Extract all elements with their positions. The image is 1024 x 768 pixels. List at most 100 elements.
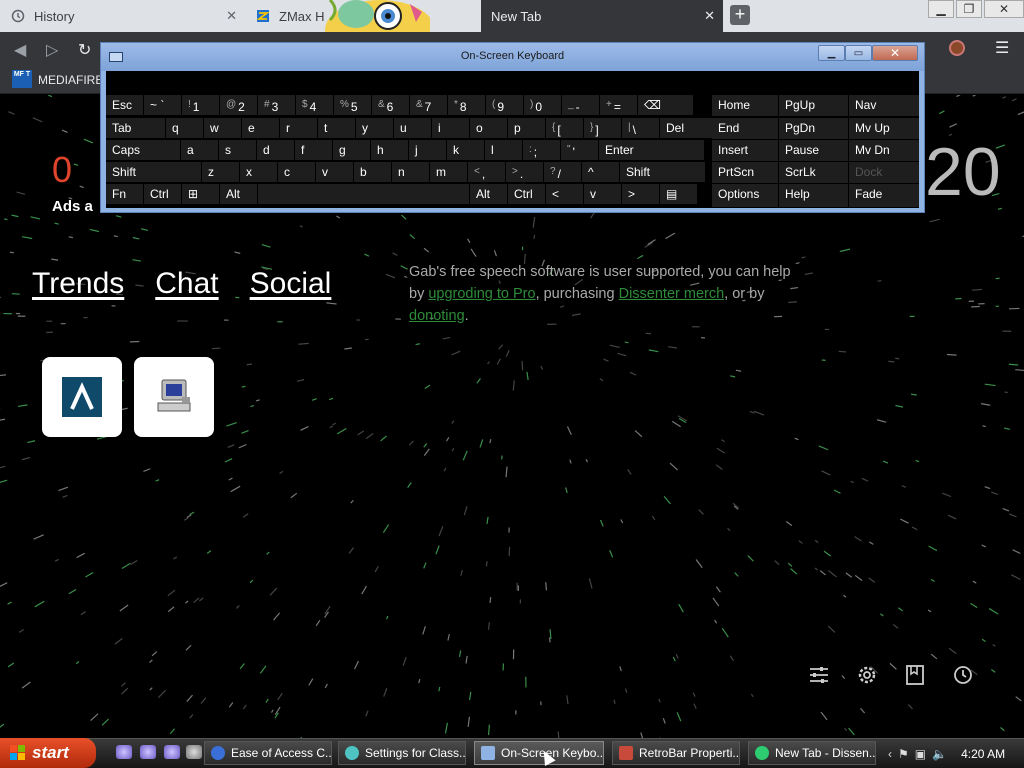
donate-link[interactable]: donoting [409,308,465,324]
osk-key[interactable]: }] [584,118,621,138]
bookmark-mediafire[interactable]: MEDIAFIRE [38,73,103,87]
osk-key[interactable]: Alt [220,184,257,204]
osk-maximize-icon[interactable]: ▭ [845,45,872,61]
shortcut-tile-1[interactable] [42,357,122,437]
tray-expand-icon[interactable]: ‹ [888,747,892,761]
osk-key[interactable]: Shift [620,162,705,182]
link-social[interactable]: Social [250,267,332,301]
osk-nav-key[interactable]: End [712,118,778,139]
osk-nav-key[interactable]: Help [779,184,848,207]
osk-key[interactable]: ? / [544,162,581,182]
osk-key[interactable]: ▤ [660,184,697,204]
flag-icon[interactable]: ⚑ [898,747,909,761]
osk-key[interactable]: Ctrl [508,184,545,204]
osk-key[interactable]: r [280,118,317,138]
osk-key[interactable]: p [508,118,545,138]
profile-avatar[interactable] [949,40,965,56]
osk-key[interactable]: m [430,162,467,182]
osk-key[interactable]: {[ [546,118,583,138]
close-tab-icon[interactable]: ✕ [704,8,715,24]
osk-key[interactable]: g [333,140,370,160]
osk-key[interactable]: k [447,140,484,160]
osk-key[interactable]: q [166,118,203,138]
task-settings[interactable]: Settings for Class... [338,741,466,765]
close-tab-icon[interactable]: ✕ [226,8,237,24]
osk-key[interactable]: n [392,162,429,182]
osk-key[interactable]: b [354,162,391,182]
osk-key[interactable]: t [318,118,355,138]
osk-key[interactable]: Esc [106,95,143,115]
quicklaunch-icon[interactable] [164,745,180,759]
osk-key[interactable]: #3 [258,95,295,115]
osk-key[interactable]: | \ [622,118,659,138]
osk-key[interactable]: v [584,184,621,204]
osk-key[interactable]: $4 [296,95,333,115]
osk-key[interactable]: f [295,140,332,160]
osk-key[interactable]: Fn [106,184,143,204]
osk-key[interactable]: i [432,118,469,138]
osk-nav-key[interactable]: PgDn [779,118,848,139]
upgrade-pro-link[interactable]: upgroding to Pro [428,286,535,302]
shortcut-tile-2[interactable] [134,357,214,437]
task-retrobar[interactable]: RetroBar Properti... [612,741,740,765]
reload-icon[interactable]: ↻ [78,40,91,60]
osk-key[interactable]: (9 [486,95,523,115]
osk-key[interactable]: Alt [470,184,507,204]
osk-key[interactable]: + = [600,95,637,115]
gear-icon[interactable] [856,664,878,692]
osk-key[interactable]: Caps [106,140,180,160]
osk-key[interactable] [258,184,469,204]
osk-key[interactable]: < [546,184,583,204]
osk-close-icon[interactable]: ✕ [872,45,918,61]
osk-key[interactable]: ^ [582,162,619,182]
link-chat[interactable]: Chat [155,267,218,301]
osk-key[interactable]: l [485,140,522,160]
menu-icon[interactable]: ☰ [995,38,1009,58]
tab-new-tab[interactable]: New Tab ✕ [481,0,723,32]
task-new-tab-dissenter[interactable]: New Tab - Dissen... [748,741,876,765]
osk-key[interactable]: z [202,162,239,182]
start-button[interactable]: start [0,738,96,768]
maximize-icon[interactable]: ❐ [956,0,982,18]
osk-key[interactable]: w [204,118,241,138]
osk-nav-key[interactable]: PgUp [779,95,848,116]
osk-key[interactable]: > [622,184,659,204]
quicklaunch-icon[interactable] [116,745,132,759]
osk-key[interactable]: ) 0 [524,95,561,115]
close-window-icon[interactable]: ✕ [984,0,1024,18]
tab-history[interactable]: History ✕ [0,0,245,32]
minimize-icon[interactable]: ▁ [928,0,954,18]
osk-key[interactable]: " ' [561,140,598,160]
osk-key[interactable]: o [470,118,507,138]
osk-key[interactable]: & 6 [372,95,409,115]
osk-nav-key[interactable]: PrtScn [712,162,778,183]
forward-icon[interactable]: ▷ [46,40,58,60]
dissenter-merch-link[interactable]: Dissenter merch [619,286,725,302]
osk-key[interactable]: Del [660,118,717,138]
osk-key[interactable]: _ - [562,95,599,115]
osk-key[interactable]: :; [523,140,560,160]
osk-key[interactable]: c [278,162,315,182]
osk-key[interactable]: >. [506,162,543,182]
osk-minimize-icon[interactable]: ▁ [818,45,845,61]
osk-key[interactable]: ⊞ [182,184,219,204]
link-trends[interactable]: Trends [32,267,124,301]
osk-key[interactable]: Shift [106,162,201,182]
osk-nav-key[interactable]: Insert [712,140,778,161]
osk-nav-key[interactable]: Pause [779,140,848,161]
bookmark-icon[interactable] [904,664,926,692]
clock[interactable]: 4:20 AM [961,747,1005,761]
network-icon[interactable]: ▣ [915,747,926,761]
task-ease-of-access[interactable]: Ease of Access C... [204,741,332,765]
osk-key[interactable]: v [316,162,353,182]
osk-nav-key[interactable]: Options [712,184,778,207]
osk-key[interactable]: s [219,140,256,160]
osk-key[interactable]: x [240,162,277,182]
osk-nav-key[interactable]: Home [712,95,778,116]
osk-key[interactable]: h [371,140,408,160]
osk-key[interactable]: y [356,118,393,138]
history-icon[interactable] [952,664,974,692]
osk-key[interactable]: d [257,140,294,160]
osk-key[interactable]: u [394,118,431,138]
osk-key[interactable]: & 7 [410,95,447,115]
